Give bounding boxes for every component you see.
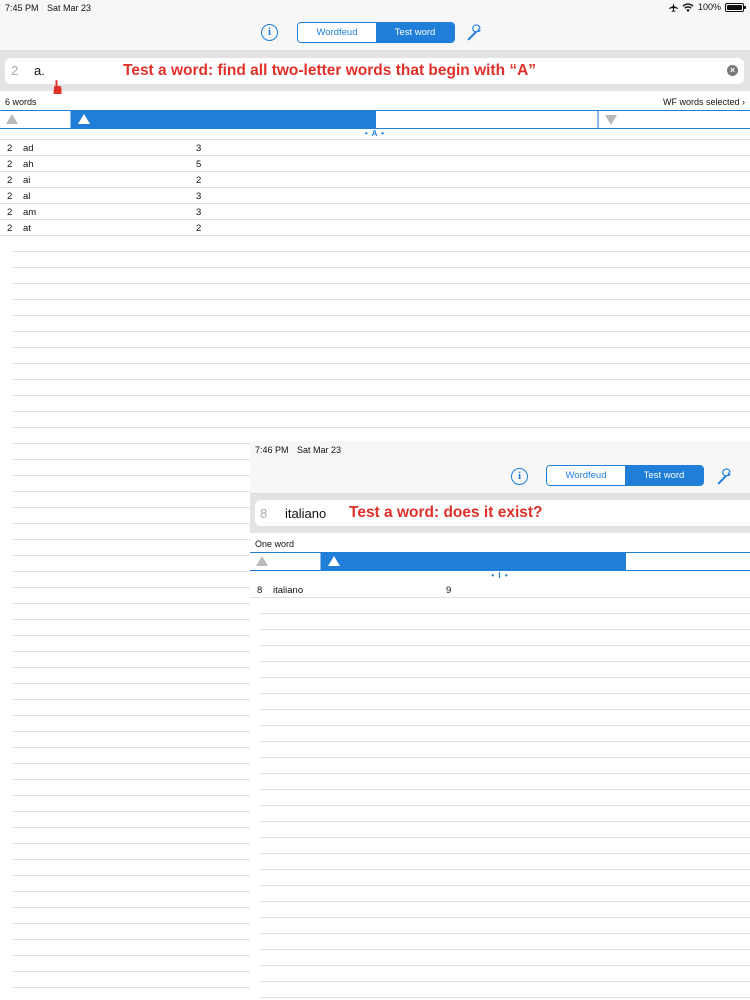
- sort-length-button[interactable]: [250, 553, 321, 570]
- row-length: 2: [7, 143, 13, 154]
- query-length: 8: [260, 506, 268, 521]
- sort-up-active-icon: [328, 556, 340, 566]
- wifi-icon: [682, 2, 694, 12]
- table-row[interactable]: 2 at 2: [0, 220, 750, 236]
- nav-bar: i Wordfeud Test word: [250, 458, 750, 494]
- query-text: a.: [34, 63, 45, 78]
- chevron-right-icon: ›: [742, 97, 745, 107]
- info-icon[interactable]: i: [511, 468, 528, 485]
- mode-segmented-control: Wordfeud Test word: [546, 465, 704, 486]
- search-bar: 8 italiano Test a word: does it exist?: [250, 494, 750, 533]
- sort-alpha-button[interactable]: [71, 111, 376, 128]
- word-list-label: WF words selected: [662, 97, 740, 107]
- table-row[interactable]: 2 al 3: [0, 188, 750, 204]
- row-word: ad: [23, 143, 34, 154]
- query-length: 2: [11, 63, 19, 78]
- airplane-icon: [668, 2, 678, 12]
- mode-segmented-control: Wordfeud Test word: [297, 22, 455, 43]
- row-length: 2: [7, 159, 13, 170]
- status-bar: 7:45 PM Sat Mar 23 100%: [0, 0, 750, 16]
- query-text: italiano: [285, 506, 327, 521]
- section-index: • I •: [491, 571, 509, 580]
- sort-desc-button[interactable]: [598, 111, 750, 128]
- row-score: 3: [196, 207, 202, 218]
- sort-score-button[interactable]: [376, 111, 598, 128]
- section-index: • A •: [364, 129, 386, 138]
- results-list: 2 ad 3 2 ah 5 2 ai 2 2 al 3 2 am 3 2 at …: [0, 139, 750, 236]
- screen-test-word-exists: 7:46 PM Sat Mar 23 i Wordfeud Test word …: [250, 441, 750, 1000]
- sort-up-icon: [6, 114, 18, 124]
- row-score: 2: [196, 223, 202, 234]
- sort-score-button[interactable]: [626, 553, 750, 570]
- search-bar: 2 a. × Test a word: find all two-letter …: [0, 51, 750, 91]
- status-right: 100%: [668, 2, 746, 12]
- wrench-icon[interactable]: [716, 468, 734, 486]
- row-length: 2: [7, 223, 13, 234]
- row-length: 2: [7, 175, 13, 186]
- row-score: 5: [196, 159, 202, 170]
- row-word: italiano: [273, 585, 304, 596]
- annotation-text: Test a word: does it exist?: [349, 504, 543, 521]
- word-count: One word: [255, 539, 295, 549]
- table-row[interactable]: 2 ai 2: [0, 172, 750, 188]
- results-list: 8 italiano 9: [250, 582, 750, 598]
- row-word: ah: [23, 159, 34, 170]
- sort-bar: [0, 110, 750, 129]
- wrench-icon[interactable]: [466, 24, 484, 42]
- nav-bar: i Wordfeud Test word: [0, 16, 750, 51]
- tab-wordfeud[interactable]: Wordfeud: [298, 23, 376, 42]
- sort-length-button[interactable]: [0, 111, 71, 128]
- status-date: Sat Mar 23: [47, 3, 92, 13]
- row-score: 2: [196, 175, 202, 186]
- row-score: 9: [446, 585, 452, 596]
- row-length: 2: [7, 207, 13, 218]
- tab-wordfeud[interactable]: Wordfeud: [547, 466, 625, 485]
- status-time: 7:46 PM: [255, 445, 289, 455]
- annotation-text: Test a word: find all two-letter words t…: [123, 62, 537, 79]
- info-icon[interactable]: i: [261, 24, 278, 41]
- row-length: 8: [257, 585, 263, 596]
- table-row[interactable]: 2 ah 5: [0, 156, 750, 172]
- status-time: 7:45 PM: [5, 3, 39, 13]
- battery-icon: [725, 2, 746, 12]
- sort-up-icon: [256, 556, 268, 566]
- sort-alpha-button[interactable]: [321, 553, 626, 570]
- sort-bar: [250, 552, 750, 571]
- result-count-bar: One word: [250, 536, 750, 551]
- row-word: at: [23, 223, 31, 234]
- row-word: al: [23, 191, 31, 202]
- status-bar: 7:46 PM Sat Mar 23: [250, 441, 750, 458]
- tab-test-word[interactable]: Test word: [625, 466, 703, 485]
- battery-percentage: 100%: [697, 2, 721, 12]
- row-word: ai: [23, 175, 31, 186]
- result-count-bar: 6 words WF words selected ›: [0, 94, 750, 109]
- status-date: Sat Mar 23: [297, 445, 342, 455]
- word-count: 6 words: [5, 97, 37, 107]
- row-length: 2: [7, 191, 13, 202]
- clear-icon[interactable]: ×: [727, 65, 738, 76]
- row-score: 3: [196, 191, 202, 202]
- tab-test-word[interactable]: Test word: [376, 23, 454, 42]
- row-word: am: [23, 207, 37, 218]
- word-list-selector[interactable]: WF words selected ›: [663, 97, 745, 107]
- sort-up-active-icon: [78, 114, 90, 124]
- sort-down-icon: [605, 115, 617, 125]
- row-score: 3: [196, 143, 202, 154]
- table-row[interactable]: 2 ad 3: [0, 140, 750, 156]
- table-row[interactable]: 2 am 3: [0, 204, 750, 220]
- table-row[interactable]: 8 italiano 9: [250, 582, 750, 598]
- empty-rows: [260, 598, 750, 1000]
